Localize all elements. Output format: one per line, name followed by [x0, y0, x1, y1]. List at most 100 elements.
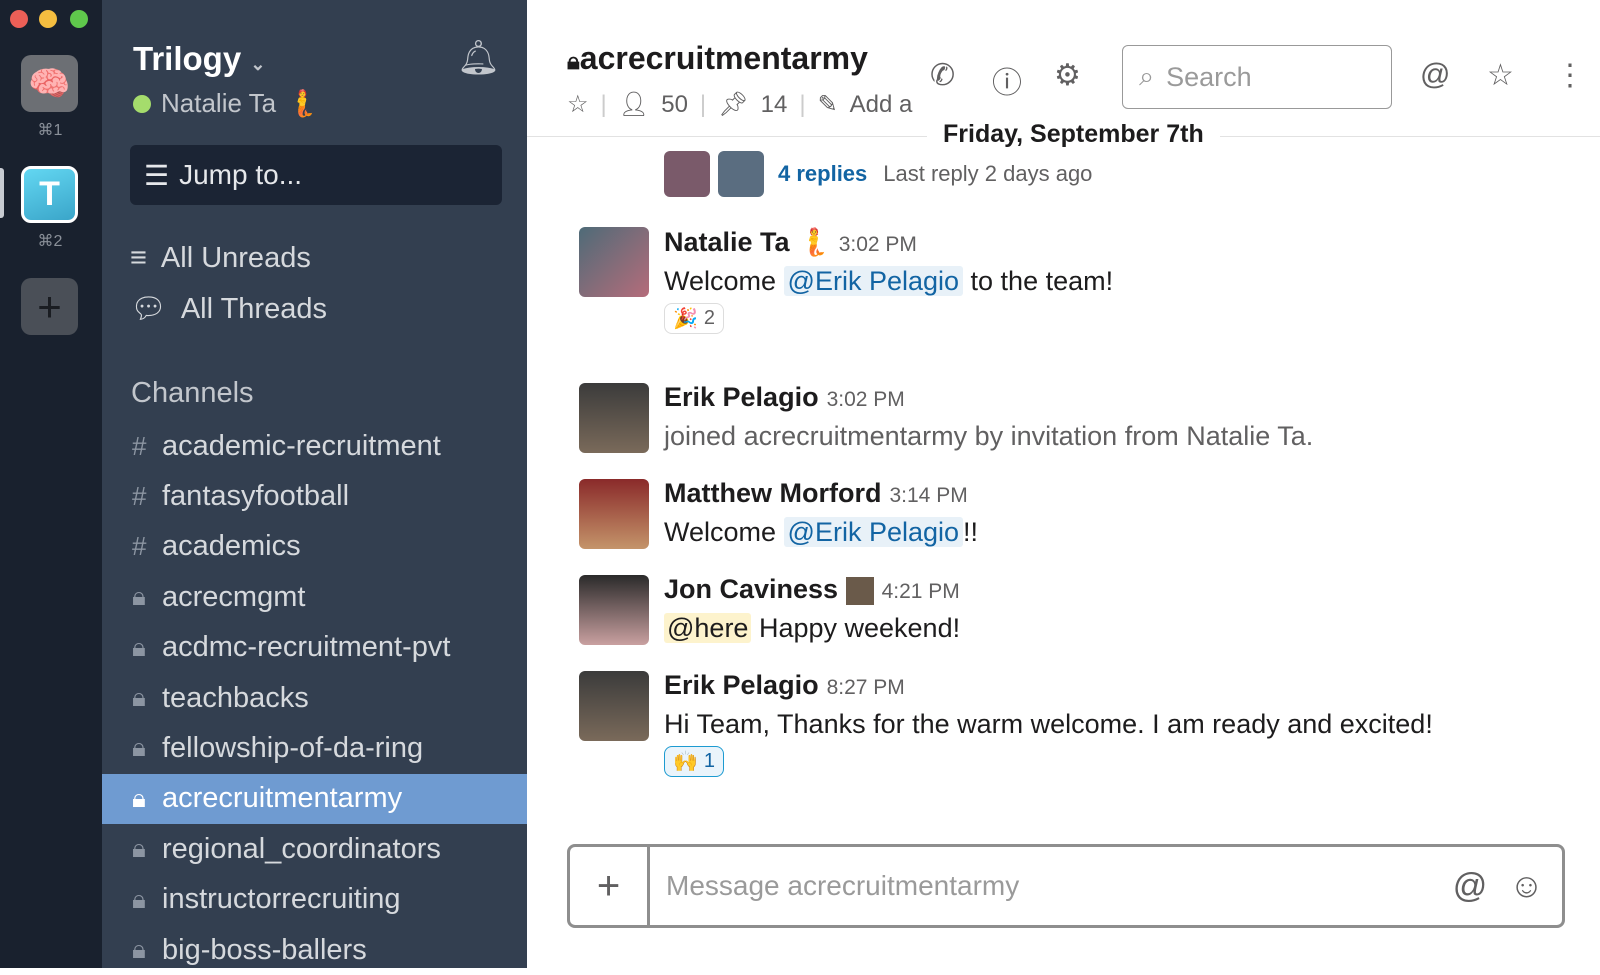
lock-icon: 🔒︎ [132, 883, 146, 914]
sidebar-channel-fantasyfootball[interactable]: # fantasyfootball [102, 471, 527, 521]
nav-label: All Threads [180, 292, 327, 325]
close-button[interactable] [10, 10, 28, 28]
message-input[interactable]: Message acrecruitmentarmy [650, 870, 1453, 902]
info-icon[interactable]: ⓘ [992, 58, 1022, 102]
avatar [718, 151, 764, 197]
avatar [664, 151, 710, 197]
star-icon[interactable]: ☆ [1487, 58, 1514, 93]
message: Matthew Morford 3:14 PM Welcome @Erik Pel… [664, 478, 978, 548]
here-mention: @here [664, 613, 752, 643]
search-icon: ⌕ [1139, 61, 1155, 91]
team-name[interactable]: Trilogy ⌄ [133, 40, 265, 78]
thread-summary[interactable]: 4 replies Last reply 2 days ago [664, 151, 1092, 197]
user-name: Natalie Ta [161, 88, 277, 118]
avatar[interactable] [579, 227, 649, 297]
workspace-switcher: 🧠 ⌘1 T ⌘2 + [0, 0, 102, 968]
message: Natalie Ta 🧜 3:02 PM Welcome @Erik Pelagi… [664, 226, 1113, 334]
message-text: !! [963, 517, 979, 547]
bell-icon[interactable]: 🔔︎ [457, 38, 500, 78]
author[interactable]: Erik Pelagio [664, 382, 819, 412]
sidebar-channel-academic-recruitment[interactable]: # academic-recruitment [102, 421, 527, 471]
author[interactable]: Jon Caviness [664, 574, 838, 604]
avatar[interactable] [579, 383, 649, 453]
pin-count[interactable]: 14 [761, 91, 788, 119]
pencil-icon: ✎ [817, 91, 838, 118]
sidebar-channel-regional_coordinators[interactable]: 🔒︎ regional_coordinators [102, 824, 527, 874]
channel-label: regional_coordinators [162, 832, 441, 865]
mentions-icon[interactable]: @ [1420, 58, 1450, 92]
mention[interactable]: @Erik Pelagio [783, 517, 964, 547]
reaction[interactable]: 🙌 1 [664, 746, 725, 777]
lock-icon: 🔒︎ [132, 581, 146, 612]
nav-all-threads[interactable]: 💬︎ All Threads [130, 292, 327, 326]
avatar[interactable] [579, 479, 649, 549]
phone-icon[interactable]: ✆ [930, 58, 955, 93]
jump-to-button[interactable]: ☰ Jump to... [130, 145, 502, 205]
minimize-button[interactable] [39, 10, 57, 28]
nav-all-unreads[interactable]: ≡ All Unreads [130, 242, 311, 275]
author[interactable]: Natalie Ta [664, 227, 790, 257]
unreads-icon: ≡ [130, 242, 147, 274]
maximize-button[interactable] [70, 10, 88, 28]
pin-icon[interactable]: 📌︎ [718, 90, 748, 119]
avatar[interactable] [579, 575, 649, 645]
message-text: Hi Team, Thanks for the warm welcome. I … [664, 709, 1433, 739]
members-icon[interactable]: 👤︎ [619, 90, 649, 119]
date-divider: Friday, September 7th [927, 120, 1220, 149]
author[interactable]: Erik Pelagio [664, 670, 819, 700]
mention-icon[interactable]: @ [1453, 867, 1488, 906]
mention[interactable]: @Erik Pelagio [783, 266, 964, 296]
timestamp[interactable]: 3:14 PM [889, 484, 967, 507]
add-workspace-icon[interactable]: + [21, 278, 78, 335]
add-topic-link[interactable]: Add a [850, 91, 913, 119]
last-reply: Last reply 2 days ago [883, 161, 1093, 186]
emoji-icon[interactable]: ☺ [1509, 867, 1544, 906]
channel-name: acrecruitmentarmy [579, 40, 868, 76]
add-attachment-button[interactable]: + [570, 847, 650, 925]
channel-title[interactable]: 🔒︎acrecruitmentarmy [567, 40, 868, 77]
more-icon[interactable]: ⋮ [1555, 58, 1585, 93]
sidebar-channel-instructorrecruiting[interactable]: 🔒︎ instructorrecruiting [102, 875, 527, 925]
channel-label: academics [162, 530, 301, 563]
channel-label: fellowship-of-da-ring [162, 731, 424, 764]
member-count[interactable]: 50 [661, 91, 688, 119]
timestamp[interactable]: 3:02 PM [827, 388, 905, 411]
timestamp[interactable]: 3:02 PM [839, 233, 917, 256]
party-icon: 🎉 [673, 308, 698, 330]
brain-icon[interactable]: 🧠 [21, 55, 78, 112]
channel-label: teachbacks [162, 681, 309, 714]
trilogy-diamond-icon[interactable]: T [21, 166, 78, 223]
sidebar-channel-academics[interactable]: # academics [102, 522, 527, 572]
channel-label: big-boss-ballers [162, 933, 367, 966]
author[interactable]: Matthew Morford [664, 478, 881, 508]
sidebar-channel-teachbacks[interactable]: 🔒︎ teachbacks [102, 673, 527, 723]
lock-icon: 🔒︎ [132, 682, 146, 712]
sidebar-channel-fellowship-of-da-ring[interactable]: 🔒︎ fellowship-of-da-ring [102, 723, 527, 773]
avatar[interactable] [579, 671, 649, 741]
hash-icon: # [132, 480, 147, 511]
sidebar-channel-acrecmgmt[interactable]: 🔒︎ acrecmgmt [102, 572, 527, 622]
reaction[interactable]: 🎉 2 [664, 303, 725, 334]
message-text: Happy weekend! [751, 613, 961, 643]
message-composer: + Message acrecruitmentarmy @ ☺ [567, 844, 1565, 928]
active-indicator [0, 168, 4, 218]
raised-hands-icon: 🙌 [673, 751, 698, 773]
search-input[interactable]: ⌕ Search [1122, 45, 1392, 109]
channel-label: acrecruitmentarmy [162, 782, 403, 815]
channels-header[interactable]: Channels [131, 377, 254, 410]
message-text: Welcome [664, 266, 784, 296]
current-user: Natalie Ta 🧜 [133, 88, 319, 119]
lock-icon: 🔒︎ [567, 48, 580, 75]
timestamp[interactable]: 4:21 PM [882, 580, 960, 603]
lock-icon: 🔒︎ [132, 732, 146, 763]
hash-icon: # [132, 430, 147, 461]
timestamp[interactable]: 8:27 PM [827, 676, 905, 699]
replies-link[interactable]: 4 replies [778, 161, 867, 187]
sidebar-channel-acdmc-recruitment-pvt[interactable]: 🔒︎ acdmc-recruitment-pvt [102, 623, 527, 673]
lock-icon: 🔒︎ [132, 782, 146, 813]
gear-icon[interactable]: ⚙ [1054, 58, 1081, 93]
chevron-down-icon: ⌄ [250, 54, 266, 74]
star-icon[interactable]: ☆ [567, 90, 589, 119]
channel-view: 🔒︎acrecruitmentarmy ☆ | 👤︎ 50 | 📌︎ 14 | ✎ Add … [527, 0, 1600, 968]
sidebar-channel-acrecruitmentarmy[interactable]: 🔒︎ acrecruitmentarmy [102, 773, 527, 824]
